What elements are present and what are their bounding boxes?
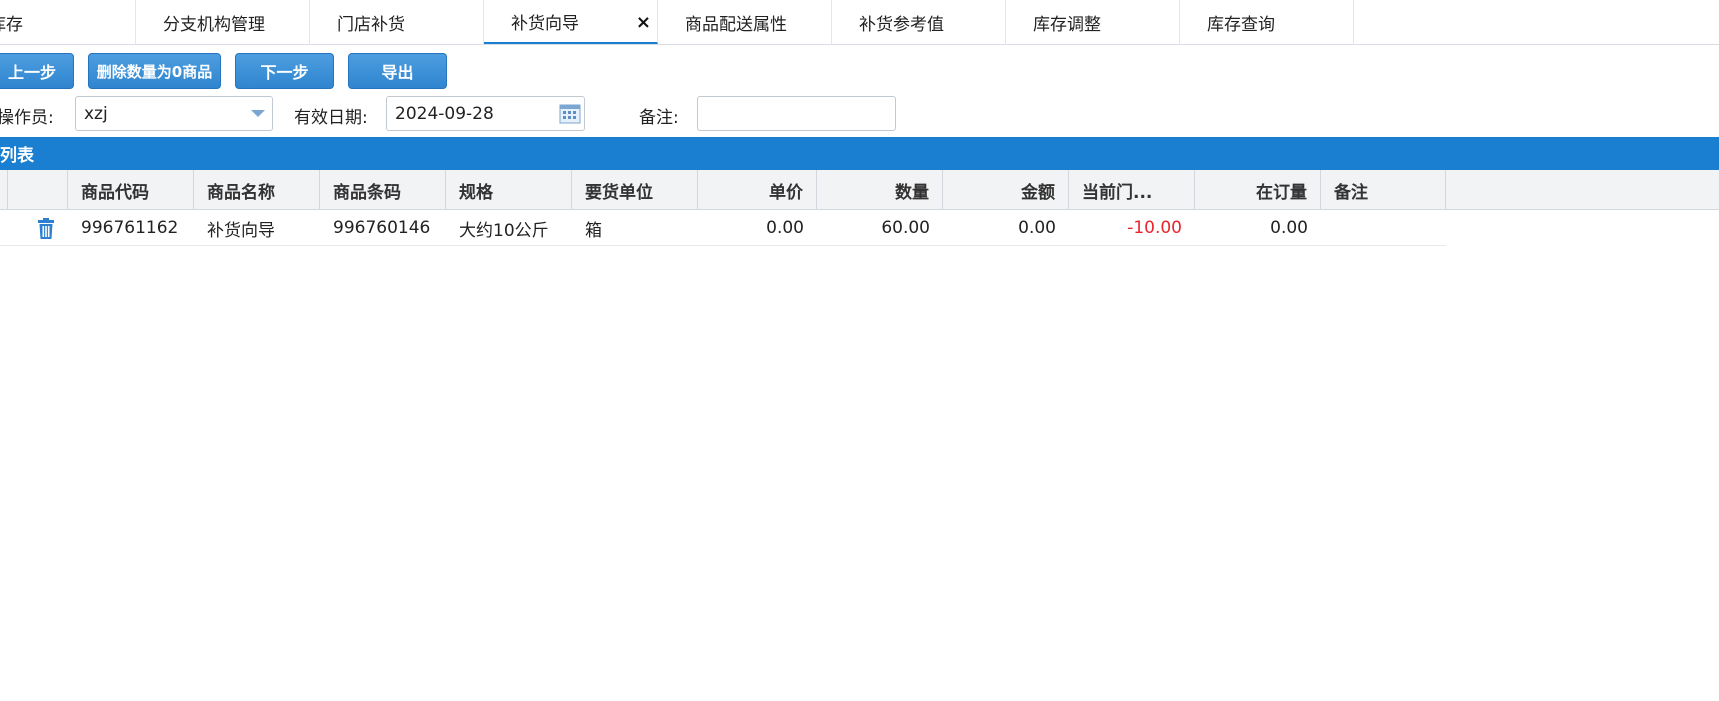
- cell-code: 996761162: [81, 218, 179, 238]
- tab-replenish-reference[interactable]: 补货参考值: [832, 0, 1006, 45]
- cell-barcode: 996760146: [333, 218, 431, 238]
- cell-current-stock: -10.00: [1127, 218, 1182, 238]
- tab-store-replenish[interactable]: 门店补货: [310, 0, 484, 45]
- column-header-code[interactable]: 商品代码: [68, 170, 194, 210]
- row-delete-cell: [8, 210, 68, 246]
- column-header-price[interactable]: 单价: [698, 170, 817, 210]
- list-title: 列表: [0, 146, 34, 166]
- column-header-name[interactable]: 商品名称: [194, 170, 320, 210]
- column-header-spec[interactable]: 规格: [446, 170, 572, 210]
- tab-label: 补货参考值: [859, 15, 944, 35]
- operator-label: 操作员:: [0, 108, 54, 128]
- valid-date-input[interactable]: 2024-09-28: [386, 96, 585, 131]
- close-icon[interactable]: ×: [636, 12, 651, 33]
- column-header-amount[interactable]: 金额: [943, 170, 1069, 210]
- valid-date-label: 有效日期:: [294, 108, 368, 128]
- app-root: 库存 分支机构管理 门店补货 补货向导 × 商品配送属性 补货参考值 库存调整 …: [0, 0, 1719, 701]
- table-row[interactable]: 996761162 补货向导 996760146 大约10公斤 箱 0.00 6…: [0, 210, 1446, 246]
- tab-replenish-wizard[interactable]: 补货向导 ×: [484, 0, 658, 44]
- cell-qty[interactable]: 60.00: [817, 210, 943, 246]
- prev-step-button[interactable]: 上一步: [0, 53, 74, 89]
- tab-label: 库存: [0, 15, 23, 35]
- cell-price: 0.00: [766, 218, 804, 238]
- export-button[interactable]: 导出: [348, 53, 447, 89]
- column-header-remark[interactable]: 备注: [1321, 170, 1446, 210]
- column-header-spacer: [0, 170, 8, 210]
- tab-inventory-adjust[interactable]: 库存调整: [1006, 0, 1180, 45]
- delete-zero-qty-button[interactable]: 删除数量为0商品: [88, 53, 221, 89]
- next-step-button[interactable]: 下一步: [235, 53, 334, 89]
- valid-date-value: 2024-09-28: [395, 103, 494, 124]
- tab-bar: 库存 分支机构管理 门店补货 补货向导 × 商品配送属性 补货参考值 库存调整 …: [0, 0, 1719, 45]
- cell-name: 补货向导: [207, 220, 275, 241]
- tab-label: 库存查询: [1207, 15, 1275, 35]
- tab-inventory-query[interactable]: 库存查询: [1180, 0, 1354, 45]
- tab-label: 商品配送属性: [685, 15, 787, 35]
- calendar-icon[interactable]: [559, 103, 581, 124]
- tab-label: 库存调整: [1033, 15, 1101, 35]
- table-header: 商品代码 商品名称 商品条码 规格 要货单位 单价 数量 金额 当前门... 在…: [0, 170, 1719, 210]
- cell-unit: 箱: [585, 220, 602, 241]
- column-header-unit[interactable]: 要货单位: [572, 170, 698, 210]
- cell-amount: 0.00: [1018, 218, 1056, 238]
- cell-remark: [1321, 210, 1446, 246]
- list-header-bar: 列表: [0, 137, 1719, 170]
- tab-label: 门店补货: [337, 15, 405, 35]
- tab-branch-management[interactable]: 分支机构管理: [136, 0, 310, 45]
- operator-value: xzj: [84, 103, 108, 124]
- cell-on-order: 0.00: [1270, 218, 1308, 238]
- cell-spec: 大约10公斤: [459, 220, 549, 241]
- remark-input[interactable]: [697, 96, 896, 131]
- column-header-barcode[interactable]: 商品条码: [320, 170, 446, 210]
- tab-delivery-attributes[interactable]: 商品配送属性: [658, 0, 832, 45]
- tab-inventory[interactable]: 库存: [0, 0, 136, 45]
- operator-select[interactable]: xzj: [75, 96, 273, 131]
- tab-label: 分支机构管理: [163, 15, 265, 35]
- column-header-action: [8, 170, 68, 210]
- column-header-current[interactable]: 当前门...: [1069, 170, 1195, 210]
- column-header-qty[interactable]: 数量: [817, 170, 943, 210]
- remark-label: 备注:: [639, 108, 679, 128]
- chevron-down-icon[interactable]: [251, 110, 265, 117]
- trash-icon[interactable]: [37, 217, 55, 239]
- column-header-on-order[interactable]: 在订量: [1195, 170, 1321, 210]
- tab-label: 补货向导: [511, 13, 579, 34]
